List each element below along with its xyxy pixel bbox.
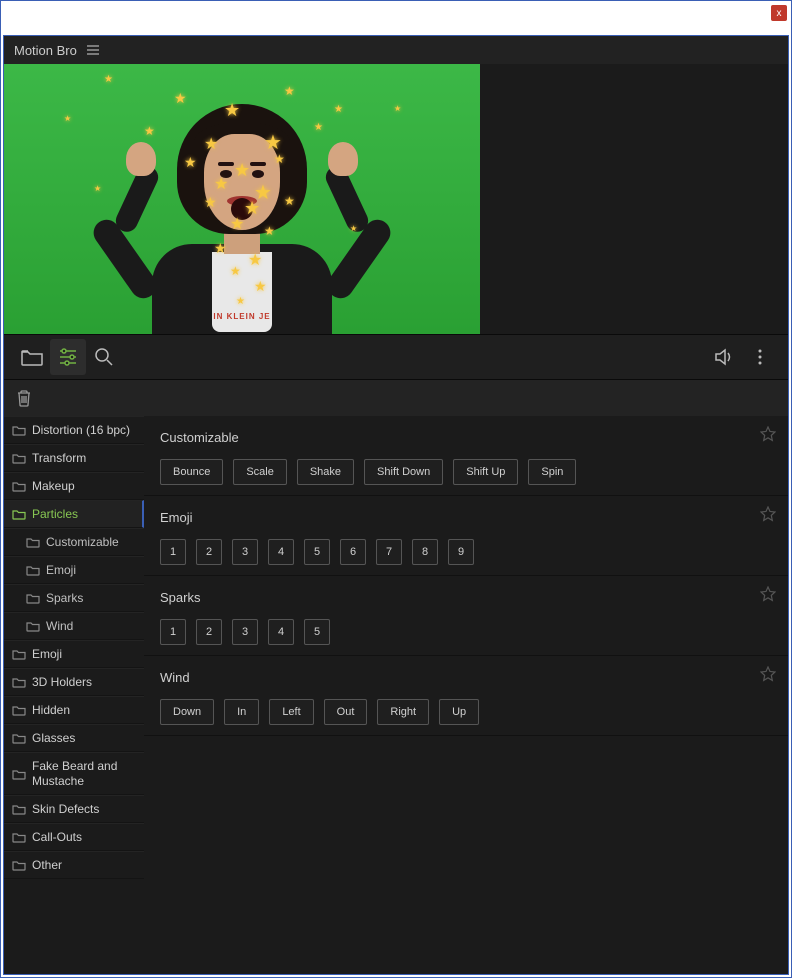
category-call-outs[interactable]: Call-Outs [4,823,144,851]
category-label: Call-Outs [32,830,82,844]
preview-pane: IN KLEIN JE ★ ★ ★ ★ ★ ★ ★ ★ ★ ★ [4,64,480,334]
category-label: Hidden [32,703,70,717]
category-distortion-16-bpc-[interactable]: Distortion (16 bpc) [4,416,144,444]
subcategory-customizable[interactable]: Customizable [4,528,144,556]
sub-toolbar [4,380,788,416]
more-menu-button[interactable] [742,339,778,375]
preset-5[interactable]: 5 [304,539,330,565]
category-label: Other [32,858,62,872]
category-label: Skin Defects [32,802,99,816]
category-label: Transform [32,451,86,465]
favorite-star-icon[interactable] [760,666,776,682]
app-window: Motion Bro IN KLEIN JE [3,35,789,975]
category-makeup[interactable]: Makeup [4,472,144,500]
filter-view-button[interactable] [50,339,86,375]
shirt-text: IN KLEIN JE [213,312,270,321]
category-skin-defects[interactable]: Skin Defects [4,795,144,823]
preview-subject: IN KLEIN JE [82,64,402,334]
category-sidebar: Distortion (16 bpc) Transform Makeup Partic… [4,416,144,974]
trash-button[interactable] [16,389,32,407]
preset-out[interactable]: Out [324,699,368,725]
category-label: Emoji [32,647,62,661]
subcategory-label: Wind [46,619,73,633]
preset-1[interactable]: 1 [160,619,186,645]
title-bar: Motion Bro [4,36,788,64]
preset-bounce[interactable]: Bounce [160,459,223,485]
preset-up[interactable]: Up [439,699,479,725]
preset-4[interactable]: 4 [268,539,294,565]
preset-right[interactable]: Right [377,699,429,725]
preset-shake[interactable]: Shake [297,459,354,485]
section-title: Wind [160,670,772,685]
preset-2[interactable]: 2 [196,619,222,645]
hamburger-icon[interactable] [87,45,99,55]
subcategory-label: Customizable [46,535,119,549]
subcategory-emoji[interactable]: Emoji [4,556,144,584]
preset-in[interactable]: In [224,699,259,725]
category-label: Fake Beard and Mustache [32,759,136,788]
category-transform[interactable]: Transform [4,444,144,472]
preset-row: Bounce Scale Shake Shift Down Shift Up Spin [160,459,772,485]
preset-down[interactable]: Down [160,699,214,725]
preset-shift-up[interactable]: Shift Up [453,459,518,485]
folder-view-button[interactable] [14,339,50,375]
app-title: Motion Bro [14,43,77,58]
preset-content: Customizable Bounce Scale Shake Shift Down Sh… [144,416,788,974]
category-emoji[interactable]: Emoji [4,640,144,668]
category-label: Particles [32,507,78,521]
preset-7[interactable]: 7 [376,539,402,565]
preset-2[interactable]: 2 [196,539,222,565]
window-close-button[interactable]: x [771,5,787,21]
subcategory-sparks[interactable]: Sparks [4,584,144,612]
preset-row: Down In Left Out Right Up [160,699,772,725]
category-label: Glasses [32,731,75,745]
section-emoji: Emoji 123456789 [144,496,788,576]
preset-shift-down[interactable]: Shift Down [364,459,443,485]
preset-4[interactable]: 4 [268,619,294,645]
category-fake-beard-and-mustache[interactable]: Fake Beard and Mustache [4,752,144,795]
preset-8[interactable]: 8 [412,539,438,565]
preset-left[interactable]: Left [269,699,313,725]
preset-9[interactable]: 9 [448,539,474,565]
subcategory-wind[interactable]: Wind [4,612,144,640]
category-3d-holders[interactable]: 3D Holders [4,668,144,696]
section-title: Emoji [160,510,772,525]
section-customizable: Customizable Bounce Scale Shake Shift Down Sh… [144,416,788,496]
preset-1[interactable]: 1 [160,539,186,565]
favorite-star-icon[interactable] [760,426,776,442]
section-title: Customizable [160,430,772,445]
section-wind: Wind Down In Left Out Right Up [144,656,788,736]
category-label: Makeup [32,479,75,493]
preset-row: 12345 [160,619,772,645]
preset-row: 123456789 [160,539,772,565]
category-label: 3D Holders [32,675,92,689]
search-button[interactable] [86,339,122,375]
preset-3[interactable]: 3 [232,539,258,565]
main-toolbar [4,334,788,380]
section-sparks: Sparks 12345 [144,576,788,656]
favorite-star-icon[interactable] [760,506,776,522]
category-particles[interactable]: Particles [4,500,144,528]
section-title: Sparks [160,590,772,605]
preset-6[interactable]: 6 [340,539,366,565]
category-glasses[interactable]: Glasses [4,724,144,752]
subcategory-label: Sparks [46,591,83,605]
preset-scale[interactable]: Scale [233,459,287,485]
preset-3[interactable]: 3 [232,619,258,645]
preset-5[interactable]: 5 [304,619,330,645]
favorite-star-icon[interactable] [760,586,776,602]
category-other[interactable]: Other [4,851,144,879]
preset-spin[interactable]: Spin [528,459,576,485]
audio-button[interactable] [706,339,742,375]
subcategory-label: Emoji [46,563,76,577]
category-label: Distortion (16 bpc) [32,423,130,437]
category-hidden[interactable]: Hidden [4,696,144,724]
